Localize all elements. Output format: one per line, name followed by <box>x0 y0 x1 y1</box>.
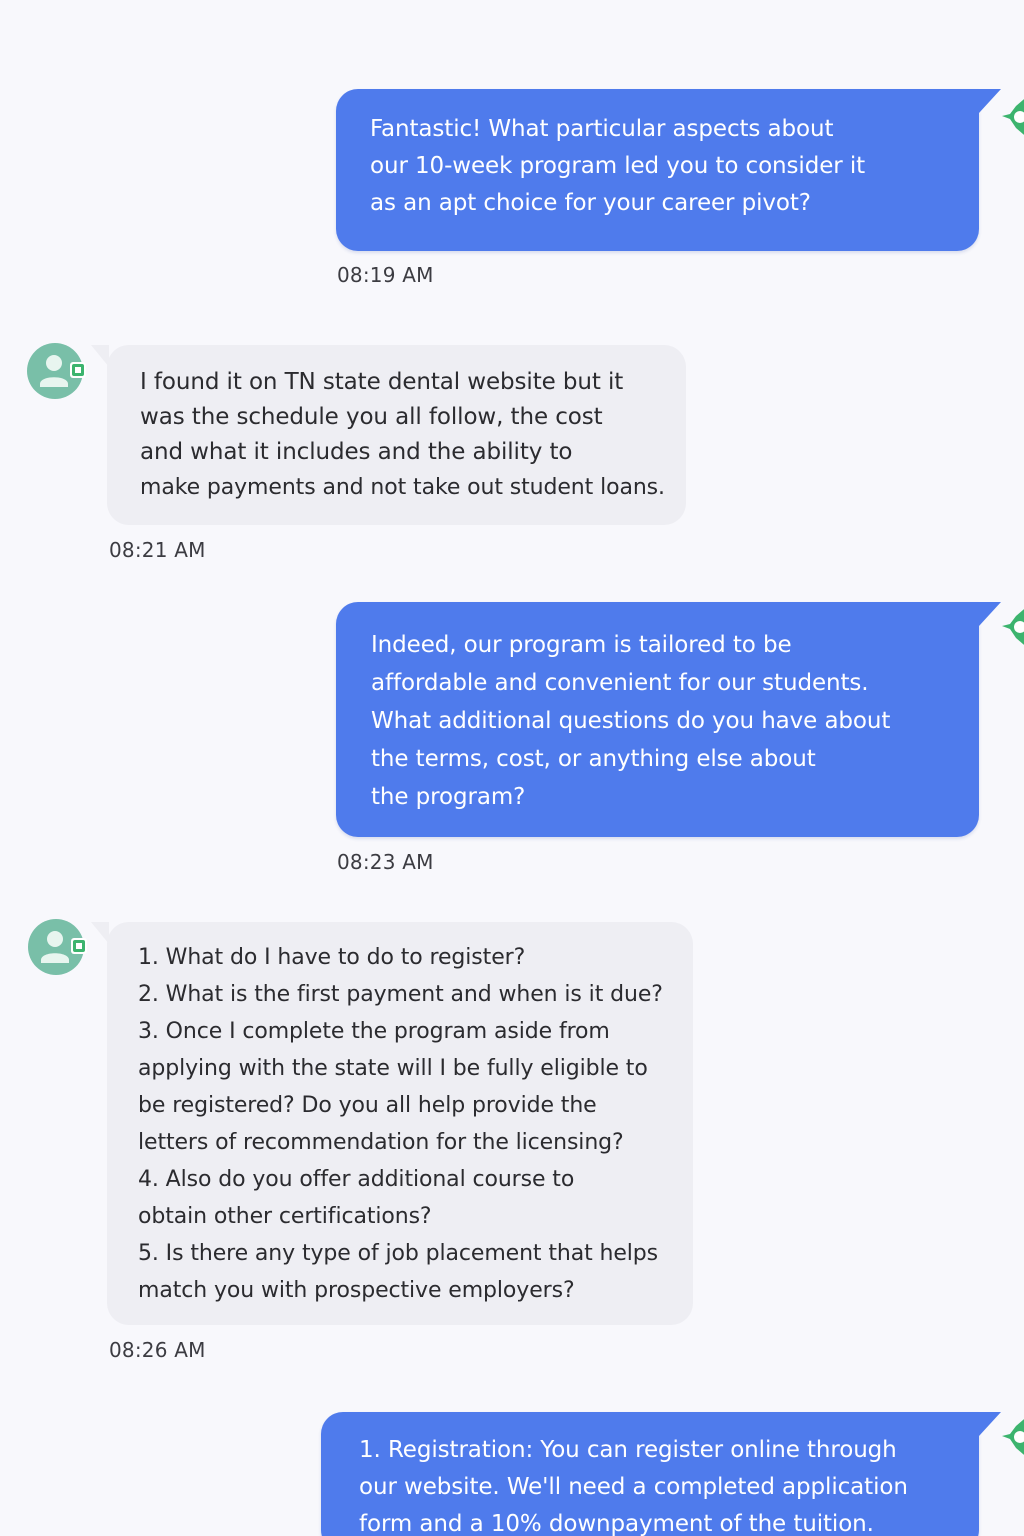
message-line: our website. We'll need a completed appl… <box>359 1474 908 1500</box>
message-line: obtain other certifications? <box>138 1204 432 1229</box>
message-line: and what it includes and the ability to <box>140 439 573 465</box>
user-avatar-icon <box>27 343 86 399</box>
agent-message-bubble: Indeed, our program is tailored to be af… <box>336 602 1001 837</box>
message-line: was the schedule you all follow, the cos… <box>140 404 603 430</box>
message-line: the program? <box>371 784 526 810</box>
message-timestamp: 08:26 AM <box>109 1338 206 1362</box>
message-line: 1. What do I have to do to register? <box>138 945 526 970</box>
message-line: 5. Is there any type of job placement th… <box>138 1241 659 1266</box>
message-line: as an apt choice for your career pivot? <box>370 190 811 216</box>
message-line: 1. Registration: You can register online… <box>359 1437 897 1463</box>
message-timestamp: 08:23 AM <box>337 850 434 874</box>
message-line: be registered? Do you all help provide t… <box>138 1093 597 1118</box>
message-line: match you with prospective employers? <box>138 1278 575 1303</box>
message-line: form and a 10% downpayment of the tuitio… <box>359 1511 874 1536</box>
agent-avatar-icon <box>1002 99 1024 135</box>
message-line: make payments and not take out student l… <box>140 475 665 500</box>
message-line: 3. Once I complete the program aside fro… <box>138 1019 610 1044</box>
agent-message-bubble: Fantastic! What particular aspects about… <box>336 89 1001 251</box>
message-line: Indeed, our program is tailored to be <box>371 632 792 658</box>
message-line: applying with the state will I be fully … <box>138 1056 648 1081</box>
user-message-bubble: I found it on TN state dental website bu… <box>91 345 686 525</box>
message-timestamp: 08:21 AM <box>109 538 206 562</box>
message-line: letters of recommendation for the licens… <box>138 1130 624 1155</box>
agent-avatar-icon <box>1002 1419 1024 1455</box>
message-line: the terms, cost, or anything else about <box>371 746 816 772</box>
message-line: 2. What is the first payment and when is… <box>138 982 663 1007</box>
chat-screen: Fantastic! What particular aspects about… <box>0 0 1024 1536</box>
user-message-bubble: 1. What do I have to do to register? 2. … <box>91 922 693 1325</box>
message-line: What additional questions do you have ab… <box>371 708 891 734</box>
message-line: I found it on TN state dental website bu… <box>140 369 624 395</box>
message-line: our 10-week program led you to consider … <box>370 153 866 179</box>
agent-avatar-icon <box>1002 609 1024 645</box>
user-avatar-icon <box>28 919 87 975</box>
message-line: Fantastic! What particular aspects about <box>370 116 834 142</box>
message-line: affordable and convenient for our studen… <box>371 670 869 696</box>
message-timestamp: 08:19 AM <box>337 263 434 287</box>
agent-message-bubble: 1. Registration: You can register online… <box>321 1412 1001 1536</box>
message-line: 4. Also do you offer additional course t… <box>138 1167 575 1192</box>
